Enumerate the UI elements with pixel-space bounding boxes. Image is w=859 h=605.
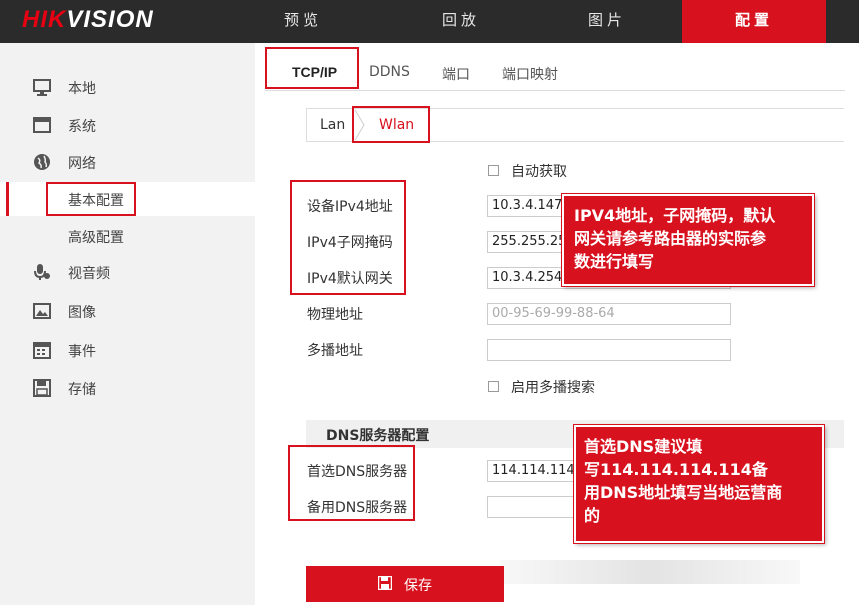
callout-line: IPV4地址，子网掩码，默认 [574,206,776,225]
sidebar-item-label: 事件 [68,344,96,360]
sidebar: 本地 系统 网络 基本配置 高级配置 视音频 图像 事件 存储 [0,43,255,605]
auto-obtain-label: 自动获取 [511,164,567,180]
watermark-blur [500,560,800,584]
save-icon [378,576,392,590]
image-icon [33,303,51,319]
sidebar-sub-advanced-config[interactable]: 高级配置 [0,219,255,253]
sidebar-item-network[interactable]: 网络 [0,144,255,180]
callout-line: 首选DNS建议填 [584,437,703,456]
mac-label: 物理地址 [307,307,363,323]
save-label: 保存 [404,577,432,593]
auto-obtain-checkbox[interactable] [488,165,499,176]
nav-picture[interactable]: 图片 [532,0,682,43]
tab-port-mapping[interactable]: 端口映射 [502,64,558,84]
sidebar-item-label: 存储 [68,382,96,398]
callout-line: 用DNS地址填写当地运营商 [584,483,783,502]
highlight-wlan-tab [352,106,430,143]
microphone-icon [34,264,50,280]
nav-config[interactable]: 配置 [682,0,826,43]
highlight-ip-labels [290,180,406,295]
sidebar-item-local[interactable]: 本地 [0,69,255,105]
subtab-lan[interactable]: Lan [320,117,345,133]
globe-icon [34,154,50,170]
sidebar-item-storage[interactable]: 存储 [0,370,255,406]
tab-port[interactable]: 端口 [442,64,470,84]
mac-input: 00-95-69-99-88-64 [487,303,731,325]
multicast-label: 多播地址 [307,343,363,359]
multicast-search-checkbox[interactable] [488,381,499,392]
callout-line: 的 [584,506,601,525]
highlight-tcpip-tab [265,47,359,89]
callout-line: 写114.114.114.114备 [584,460,768,479]
dns-callout: 首选DNS建议填 写114.114.114.114备 用DNS地址填写当地运营商… [573,424,825,544]
ip-callout: IPV4地址，子网掩码，默认 网关请参考路由器的实际参 数进行填写 [561,193,815,287]
sidebar-item-video-audio[interactable]: 视音频 [0,254,255,290]
save-button[interactable]: 保存 [306,566,504,602]
nav-preview[interactable]: 预览 [228,0,378,43]
tab-ddns[interactable]: DDNS [369,64,410,80]
disk-icon [33,379,51,397]
sidebar-item-label: 系统 [68,119,96,135]
sidebar-item-label: 视音频 [68,266,110,282]
calendar-icon [33,342,51,359]
tab-divider [265,90,845,91]
sidebar-item-event[interactable]: 事件 [0,332,255,368]
sidebar-item-system[interactable]: 系统 [0,107,255,143]
sidebar-item-label: 图像 [68,305,96,321]
callout-line: 网关请参考路由器的实际参 [574,229,767,248]
sidebar-sub-label: 高级配置 [68,230,124,246]
window-icon [33,117,51,133]
highlight-dns-labels [288,445,415,521]
sidebar-item-label: 本地 [68,81,96,97]
top-bar: HIKVISION 预览 回放 图片 配置 [0,0,859,43]
multicast-input[interactable] [487,339,731,361]
monitor-icon [33,79,51,96]
highlight-basic-config [46,182,136,216]
active-indicator [6,182,9,216]
callout-line: 数进行填写 [574,252,655,271]
sidebar-item-label: 网络 [68,156,96,172]
hikvision-logo: HIKVISION [22,6,154,33]
dns-section-title: DNS服务器配置 [326,428,430,444]
nav-playback[interactable]: 回放 [386,0,536,43]
sidebar-item-image[interactable]: 图像 [0,293,255,329]
multicast-search-label: 启用多播搜索 [511,380,595,396]
